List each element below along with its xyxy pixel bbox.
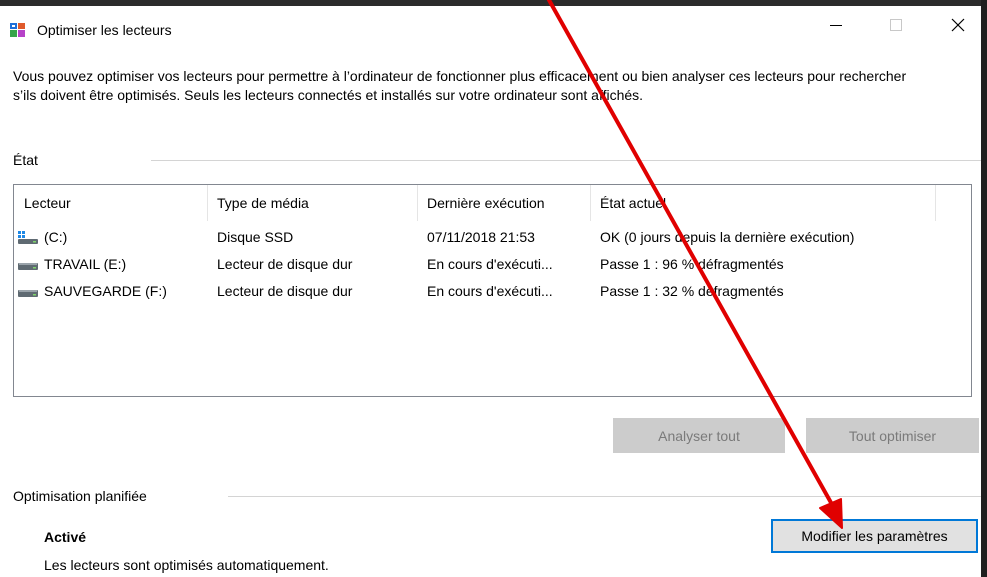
column-header-media-type[interactable]: Type de média — [217, 185, 309, 221]
column-divider[interactable] — [417, 185, 418, 221]
maximize-icon — [890, 18, 902, 34]
right-frame-edge — [981, 0, 987, 577]
table-row[interactable]: SAUVEGARDE (F:) Lecteur de disque dur En… — [14, 278, 971, 304]
status-section-label: État — [13, 152, 38, 168]
defrag-app-icon — [9, 21, 27, 39]
status-section-divider — [151, 160, 981, 161]
column-header-drive[interactable]: Lecteur — [24, 185, 71, 221]
maximize-button[interactable] — [873, 6, 919, 46]
drive-name: TRAVAIL (E:) — [44, 256, 127, 272]
column-divider[interactable] — [590, 185, 591, 221]
column-header-current-status[interactable]: État actuel — [600, 185, 666, 221]
minimize-icon — [830, 18, 842, 34]
change-settings-button[interactable]: Modifier les paramètres — [771, 519, 978, 553]
current-status: OK (0 jours depuis la dernière exécution… — [600, 229, 855, 245]
schedule-state: Activé — [44, 529, 87, 545]
scheduled-section-divider — [228, 496, 981, 497]
drive-name: (C:) — [44, 229, 68, 245]
description-text: Vous pouvez optimiser vos lecteurs pour … — [13, 68, 907, 103]
drive-name: SAUVEGARDE (F:) — [44, 283, 167, 299]
current-status: Passe 1 : 96 % défragmentés — [600, 256, 784, 272]
window-title: Optimiser les lecteurs — [37, 22, 172, 38]
table-row[interactable]: TRAVAIL (E:) Lecteur de disque dur En co… — [14, 251, 971, 277]
close-button[interactable] — [935, 6, 981, 46]
drives-list[interactable]: Lecteur Type de média Dernière exécution… — [13, 184, 972, 397]
last-run: En cours d'exécuti... — [427, 256, 553, 272]
schedule-description: Les lecteurs sont optimisés automatiquem… — [44, 557, 329, 573]
drives-list-header: Lecteur Type de média Dernière exécution… — [14, 185, 971, 221]
last-run: En cours d'exécuti... — [427, 283, 553, 299]
media-type: Lecteur de disque dur — [217, 283, 353, 299]
hard-drive-icon — [18, 258, 38, 271]
hard-drive-icon — [18, 285, 38, 298]
minimize-button[interactable] — [813, 6, 859, 46]
current-status: Passe 1 : 32 % défragmentés — [600, 283, 784, 299]
column-divider[interactable] — [207, 185, 208, 221]
column-divider[interactable] — [935, 185, 936, 221]
optimize-all-button[interactable]: Tout optimiser — [806, 418, 979, 453]
analyze-all-button[interactable]: Analyser tout — [613, 418, 785, 453]
close-icon — [951, 18, 965, 35]
media-type: Lecteur de disque dur — [217, 256, 353, 272]
scheduled-section-label: Optimisation planifiée — [13, 488, 147, 504]
media-type: Disque SSD — [217, 229, 294, 245]
column-header-last-run[interactable]: Dernière exécution — [427, 185, 545, 221]
table-row[interactable]: (C:) Disque SSD 07/11/2018 21:53 OK (0 j… — [14, 224, 971, 250]
last-run: 07/11/2018 21:53 — [427, 229, 535, 245]
windows-drive-icon — [18, 231, 38, 244]
